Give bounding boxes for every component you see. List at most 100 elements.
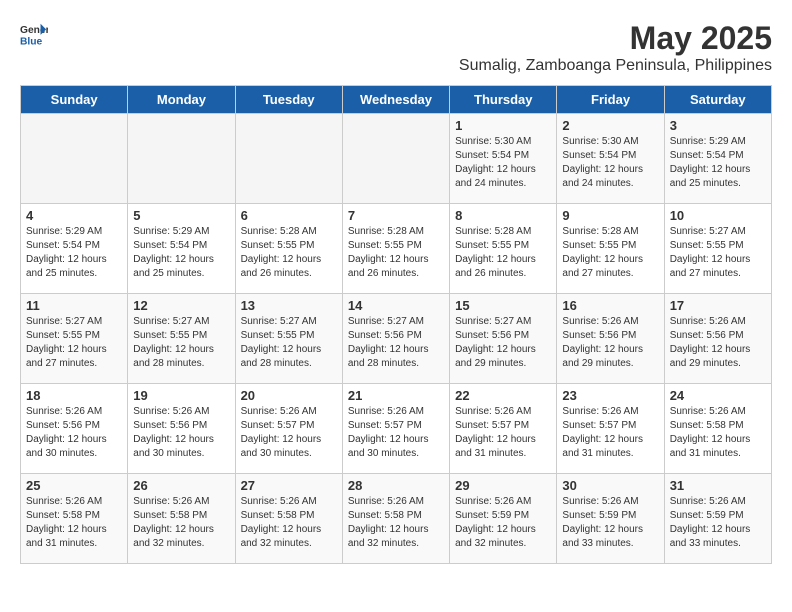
cell-date: 23: [562, 388, 658, 403]
cell-date: 1: [455, 118, 551, 133]
cell-info: Sunrise: 5:27 AMSunset: 5:55 PMDaylight:…: [670, 225, 766, 281]
cell-info: Sunrise: 5:26 AMSunset: 5:59 PMDaylight:…: [455, 495, 551, 551]
cell-date: 25: [26, 478, 122, 493]
cell-info: Sunrise: 5:27 AMSunset: 5:56 PMDaylight:…: [348, 315, 444, 371]
cell-date: 30: [562, 478, 658, 493]
calendar-cell: 31 Sunrise: 5:26 AMSunset: 5:59 PMDayligh…: [664, 474, 771, 564]
cell-info: Sunrise: 5:26 AMSunset: 5:56 PMDaylight:…: [670, 315, 766, 371]
cell-info: Sunrise: 5:26 AMSunset: 5:58 PMDaylight:…: [670, 405, 766, 461]
cell-info: Sunrise: 5:26 AMSunset: 5:57 PMDaylight:…: [455, 405, 551, 461]
cell-info: Sunrise: 5:26 AMSunset: 5:56 PMDaylight:…: [133, 405, 229, 461]
calendar-cell: 14 Sunrise: 5:27 AMSunset: 5:56 PMDayligh…: [342, 294, 449, 384]
title-section: May 2025 Sumalig, Zamboanga Peninsula, P…: [459, 20, 772, 75]
cell-info: Sunrise: 5:26 AMSunset: 5:57 PMDaylight:…: [241, 405, 337, 461]
day-header-monday: Monday: [128, 86, 235, 114]
calendar-cell: 1 Sunrise: 5:30 AMSunset: 5:54 PMDaylight…: [450, 114, 557, 204]
cell-date: 29: [455, 478, 551, 493]
calendar-cell: 9 Sunrise: 5:28 AMSunset: 5:55 PMDaylight…: [557, 204, 664, 294]
cell-info: Sunrise: 5:28 AMSunset: 5:55 PMDaylight:…: [562, 225, 658, 281]
cell-info: Sunrise: 5:26 AMSunset: 5:58 PMDaylight:…: [348, 495, 444, 551]
logo-icon: General Blue: [20, 20, 48, 48]
calendar-table: SundayMondayTuesdayWednesdayThursdayFrid…: [20, 85, 772, 564]
calendar-cell: 23 Sunrise: 5:26 AMSunset: 5:57 PMDayligh…: [557, 384, 664, 474]
page-header: General Blue May 2025 Sumalig, Zamboanga…: [20, 20, 772, 75]
calendar-cell: 6 Sunrise: 5:28 AMSunset: 5:55 PMDaylight…: [235, 204, 342, 294]
day-header-tuesday: Tuesday: [235, 86, 342, 114]
cell-info: Sunrise: 5:26 AMSunset: 5:57 PMDaylight:…: [562, 405, 658, 461]
cell-info: Sunrise: 5:28 AMSunset: 5:55 PMDaylight:…: [455, 225, 551, 281]
cell-info: Sunrise: 5:30 AMSunset: 5:54 PMDaylight:…: [455, 135, 551, 191]
logo: General Blue: [20, 20, 48, 48]
cell-date: 5: [133, 208, 229, 223]
calendar-cell: 27Sunrise: 5:26 AMSunset: 5:58 PMDayligh…: [235, 474, 342, 564]
month-year-title: May 2025: [459, 20, 772, 57]
calendar-cell: 13 Sunrise: 5:27 AMSunset: 5:55 PMDayligh…: [235, 294, 342, 384]
cell-date: 17: [670, 298, 766, 313]
calendar-cell: 5 Sunrise: 5:29 AMSunset: 5:54 PMDaylight…: [128, 204, 235, 294]
cell-info: Sunrise: 5:28 AMSunset: 5:55 PMDaylight:…: [241, 225, 337, 281]
cell-date: 6: [241, 208, 337, 223]
calendar-cell: 15Sunrise: 5:27 AMSunset: 5:56 PMDayligh…: [450, 294, 557, 384]
week-row-5: 25 Sunrise: 5:26 AMSunset: 5:58 PMDayligh…: [21, 474, 772, 564]
calendar-cell: 24Sunrise: 5:26 AMSunset: 5:58 PMDayligh…: [664, 384, 771, 474]
cell-info: Sunrise: 5:28 AMSunset: 5:55 PMDaylight:…: [348, 225, 444, 281]
calendar-cell: 10 Sunrise: 5:27 AMSunset: 5:55 PMDayligh…: [664, 204, 771, 294]
cell-date: 31: [670, 478, 766, 493]
cell-info: Sunrise: 5:29 AMSunset: 5:54 PMDaylight:…: [133, 225, 229, 281]
cell-date: 28: [348, 478, 444, 493]
calendar-cell: 8 Sunrise: 5:28 AMSunset: 5:55 PMDaylight…: [450, 204, 557, 294]
calendar-cell: 17 Sunrise: 5:26 AMSunset: 5:56 PMDayligh…: [664, 294, 771, 384]
calendar-cell: [21, 114, 128, 204]
calendar-cell: 25Sunrise: 5:26 AMSunset: 5:58 PMDayligh…: [21, 474, 128, 564]
cell-date: 11: [26, 298, 122, 313]
location-subtitle: Sumalig, Zamboanga Peninsula, Philippine…: [459, 57, 772, 75]
cell-info: Sunrise: 5:27 AMSunset: 5:55 PMDaylight:…: [133, 315, 229, 371]
header-row: SundayMondayTuesdayWednesdayThursdayFrid…: [21, 86, 772, 114]
cell-date: 14: [348, 298, 444, 313]
calendar-cell: 19 Sunrise: 5:26 AMSunset: 5:56 PMDayligh…: [128, 384, 235, 474]
calendar-cell: 26 Sunrise: 5:26 AMSunset: 5:58 PMDayligh…: [128, 474, 235, 564]
cell-date: 9: [562, 208, 658, 223]
cell-date: 18: [26, 388, 122, 403]
calendar-cell: [128, 114, 235, 204]
cell-date: 8: [455, 208, 551, 223]
cell-date: 13: [241, 298, 337, 313]
calendar-cell: 7 Sunrise: 5:28 AMSunset: 5:55 PMDaylight…: [342, 204, 449, 294]
day-header-sunday: Sunday: [21, 86, 128, 114]
calendar-cell: 22 Sunrise: 5:26 AMSunset: 5:57 PMDayligh…: [450, 384, 557, 474]
cell-info: Sunrise: 5:26 AMSunset: 5:59 PMDaylight:…: [670, 495, 766, 551]
cell-info: Sunrise: 5:26 AMSunset: 5:58 PMDaylight:…: [133, 495, 229, 551]
cell-date: 22: [455, 388, 551, 403]
cell-date: 19: [133, 388, 229, 403]
cell-info: Sunrise: 5:30 AMSunset: 5:54 PMDaylight:…: [562, 135, 658, 191]
calendar-cell: 2 Sunrise: 5:30 AMSunset: 5:54 PMDaylight…: [557, 114, 664, 204]
cell-info: Sunrise: 5:26 AMSunset: 5:56 PMDaylight:…: [26, 405, 122, 461]
calendar-cell: 16 Sunrise: 5:26 AMSunset: 5:56 PMDayligh…: [557, 294, 664, 384]
calendar-cell: [342, 114, 449, 204]
day-header-thursday: Thursday: [450, 86, 557, 114]
calendar-cell: 28 Sunrise: 5:26 AMSunset: 5:58 PMDayligh…: [342, 474, 449, 564]
cell-date: 20: [241, 388, 337, 403]
cell-info: Sunrise: 5:27 AMSunset: 5:55 PMDaylight:…: [241, 315, 337, 371]
calendar-cell: 12Sunrise: 5:27 AMSunset: 5:55 PMDayligh…: [128, 294, 235, 384]
calendar-cell: 20 Sunrise: 5:26 AMSunset: 5:57 PMDayligh…: [235, 384, 342, 474]
cell-date: 15: [455, 298, 551, 313]
week-row-3: 11 Sunrise: 5:27 AMSunset: 5:55 PMDayligh…: [21, 294, 772, 384]
calendar-cell: 18 Sunrise: 5:26 AMSunset: 5:56 PMDayligh…: [21, 384, 128, 474]
cell-date: 7: [348, 208, 444, 223]
calendar-cell: [235, 114, 342, 204]
svg-text:Blue: Blue: [20, 36, 43, 47]
calendar-cell: 29 Sunrise: 5:26 AMSunset: 5:59 PMDayligh…: [450, 474, 557, 564]
cell-date: 2: [562, 118, 658, 133]
calendar-cell: 11 Sunrise: 5:27 AMSunset: 5:55 PMDayligh…: [21, 294, 128, 384]
cell-info: Sunrise: 5:29 AMSunset: 5:54 PMDaylight:…: [26, 225, 122, 281]
calendar-cell: 21Sunrise: 5:26 AMSunset: 5:57 PMDayligh…: [342, 384, 449, 474]
calendar-cell: 3Sunrise: 5:29 AMSunset: 5:54 PMDaylight…: [664, 114, 771, 204]
week-row-2: 4Sunrise: 5:29 AMSunset: 5:54 PMDaylight…: [21, 204, 772, 294]
cell-date: 10: [670, 208, 766, 223]
cell-date: 26: [133, 478, 229, 493]
cell-info: Sunrise: 5:26 AMSunset: 5:56 PMDaylight:…: [562, 315, 658, 371]
cell-date: 16: [562, 298, 658, 313]
cell-info: Sunrise: 5:27 AMSunset: 5:55 PMDaylight:…: [26, 315, 122, 371]
cell-date: 27: [241, 478, 337, 493]
